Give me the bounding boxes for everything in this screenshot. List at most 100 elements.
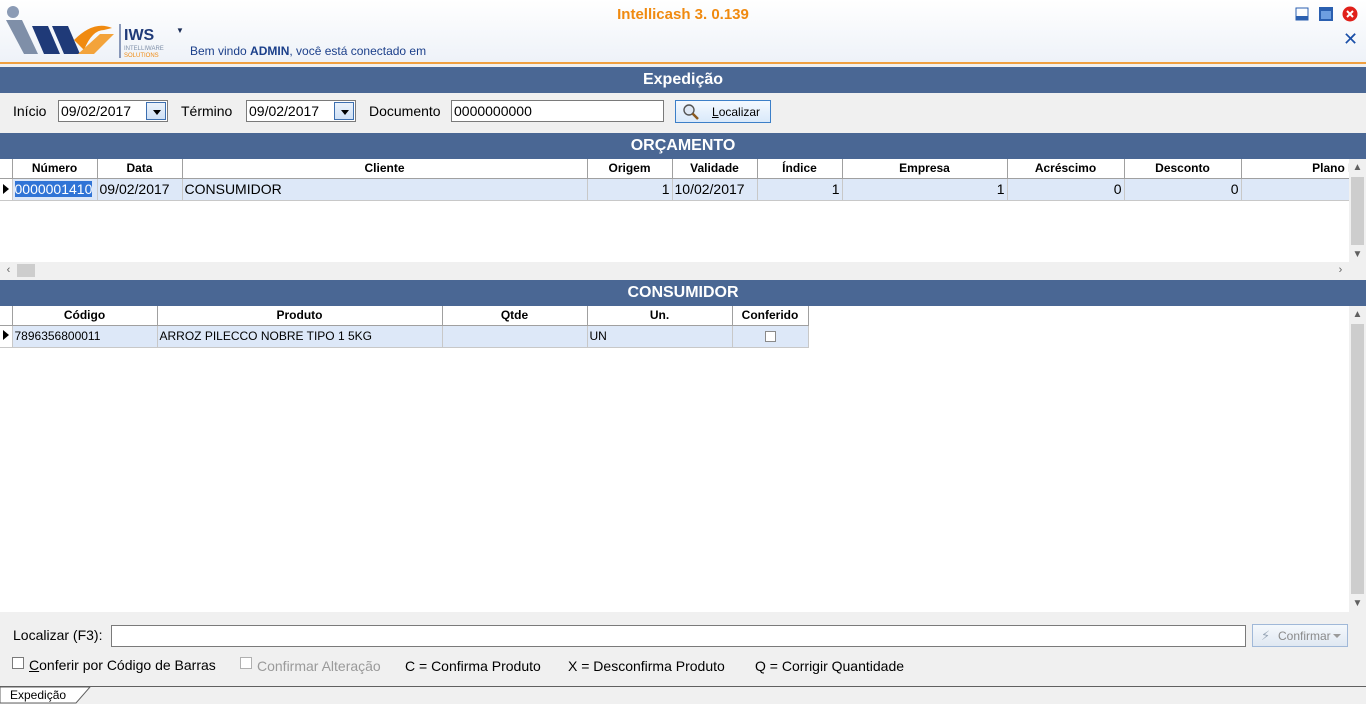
consumidor-indicator-header [0,306,13,326]
logo-sub1: INTELLIWARE [124,46,164,52]
tab-bar: Expedição [0,686,1366,704]
col-acrescimo[interactable]: Acréscimo [1006,159,1125,179]
termino-date-value: 09/02/2017 [249,103,320,119]
consumidor-vertical-scrollbar[interactable]: ▲ ▼ [1349,306,1366,612]
col-un[interactable]: Un. [586,306,733,326]
localizar-button-label: Localizar [712,105,761,119]
localizar-button[interactable]: Localizar [675,100,771,123]
col-desconto[interactable]: Desconto [1123,159,1242,179]
scroll-left-icon[interactable]: ‹ [0,262,17,279]
maximize-icon[interactable] [1318,6,1334,22]
confirmar-button-label: Confirmar [1278,629,1331,643]
title-bar: IWS INTELLIWARE SOLUTIONS ▼ Intellicash … [0,0,1366,64]
cell-codigo[interactable]: 7896356800011 [11,324,158,348]
tab-expedicao-label: Expedição [10,688,67,702]
cell-origem[interactable]: 1 [586,177,673,201]
welcome-suffix: , você está conectado em [289,44,427,58]
cell-data[interactable]: 09/02/2017 [96,177,183,201]
cell-desconto[interactable]: 0 [1123,177,1242,201]
col-origem[interactable]: Origem [586,159,673,179]
legend-desconfirma: X = Desconfirma Produto [568,658,725,674]
table-row[interactable]: 0000001410 09/02/2017 CONSUMIDOR 1 10/02… [0,177,1349,201]
termino-calendar-dropdown-icon[interactable] [334,102,354,120]
logo-dropdown-icon[interactable]: ▼ [176,26,184,35]
logo-sub2: SOLUTIONS [124,53,159,59]
termino-date-field[interactable]: 09/02/2017 [246,100,356,122]
consumidor-header-row: Código Produto Qtde Un. Conferido [0,306,809,326]
inicio-date-field[interactable]: 09/02/2017 [58,100,168,122]
close-window-icon[interactable] [1342,6,1358,22]
app-title: Intellicash 3. 0.139 [617,6,749,23]
scroll-down-icon[interactable]: ▼ [1349,595,1366,612]
scroll-thumb[interactable] [1351,177,1364,245]
cell-validade[interactable]: 10/02/2017 [671,177,758,201]
col-numero[interactable]: Número [11,159,98,179]
documento-label: Documento [369,103,441,119]
scroll-up-icon[interactable]: ▲ [1349,306,1366,323]
orcamento-table: Número Data Cliente Origem Validade Índi… [0,159,1349,201]
cell-numero[interactable]: 0000001410 [11,177,98,201]
confirmar-button[interactable]: ⚡ Confirmar [1252,624,1348,647]
legend-corrigir: Q = Corrigir Quantidade [755,658,905,674]
welcome-prefix: Bem vindo [190,44,251,58]
col-codigo[interactable]: Código [11,306,158,326]
cell-indice[interactable]: 1 [756,177,843,201]
documento-input[interactable]: 0000000000 [451,100,664,122]
scroll-down-icon[interactable]: ▼ [1349,246,1366,263]
welcome-user: ADMIN [250,44,290,58]
close-form-icon[interactable]: ✕ [1343,30,1358,48]
conferir-codigo-barras-label[interactable]: Conferir por Código de Barras [29,657,216,673]
inicio-label: Início [13,103,47,119]
col-empresa[interactable]: Empresa [841,159,1008,179]
scroll-thumb[interactable] [1351,324,1364,594]
localizar-f3-label: Localizar (F3): [13,627,103,643]
logo-text: IWS [124,27,155,44]
inicio-calendar-dropdown-icon[interactable] [146,102,166,120]
col-conferido[interactable]: Conferido [731,306,809,326]
hscroll-thumb[interactable] [17,264,35,277]
row-indicator-icon [0,324,13,348]
page-title: Expedição [0,67,1366,93]
cell-conferido[interactable] [731,324,809,348]
localizar-f3-input[interactable] [111,625,1246,647]
cell-plano[interactable] [1240,177,1349,201]
minimize-icon[interactable] [1294,6,1310,22]
search-icon [683,104,699,120]
confirmar-alteracao-label[interactable]: Confirmar Alteração [257,658,381,674]
tab-expedicao[interactable]: Expedição [0,687,92,704]
confirmar-alteracao-checkbox[interactable] [240,657,252,669]
scroll-right-icon[interactable]: › [1332,262,1349,279]
orcamento-header: ORÇAMENTO [0,133,1366,159]
inicio-date-value: 09/02/2017 [61,103,132,119]
col-cliente[interactable]: Cliente [181,159,588,179]
cell-produto[interactable]: ARROZ PILECCO NOBRE TIPO 1 5KG [156,324,443,348]
orcamento-grid: Número Data Cliente Origem Validade Índi… [0,159,1349,263]
col-indice[interactable]: Índice [756,159,843,179]
conferido-checkbox[interactable] [764,331,776,343]
consumidor-table: Código Produto Qtde Un. Conferido 789635… [0,306,809,348]
cell-cliente[interactable]: CONSUMIDOR [181,177,588,201]
cell-empresa[interactable]: 1 [841,177,1008,201]
scroll-up-icon[interactable]: ▲ [1349,159,1366,176]
col-data[interactable]: Data [96,159,183,179]
orcamento-horizontal-scrollbar[interactable]: ‹ › [0,262,1349,279]
col-validade[interactable]: Validade [671,159,758,179]
consumidor-header: CONSUMIDOR [0,280,1366,306]
lightning-icon: ⚡ [1261,628,1271,643]
col-plano[interactable]: Plano Pg [1240,159,1349,179]
termino-label: Término [181,103,233,119]
app-window: IWS INTELLIWARE SOLUTIONS ▼ Intellicash … [0,0,1366,704]
conferir-codigo-barras-checkbox[interactable] [12,657,24,669]
consumidor-grid: Código Produto Qtde Un. Conferido 789635… [0,306,1349,612]
cell-acrescimo[interactable]: 0 [1006,177,1125,201]
col-produto[interactable]: Produto [156,306,443,326]
row-indicator-icon [0,177,13,201]
cell-un[interactable]: UN [586,324,733,348]
confirmar-dropdown-icon[interactable] [1333,634,1341,638]
table-row[interactable]: 7896356800011 ARROZ PILECCO NOBRE TIPO 1… [0,324,809,348]
cell-qtde[interactable] [441,324,588,348]
welcome-text: Bem vindo ADMIN, você está conectado em [190,44,426,58]
orcamento-vertical-scrollbar[interactable]: ▲ ▼ [1349,159,1366,263]
legend-confirma: C = Confirma Produto [405,658,541,674]
col-qtde[interactable]: Qtde [441,306,588,326]
